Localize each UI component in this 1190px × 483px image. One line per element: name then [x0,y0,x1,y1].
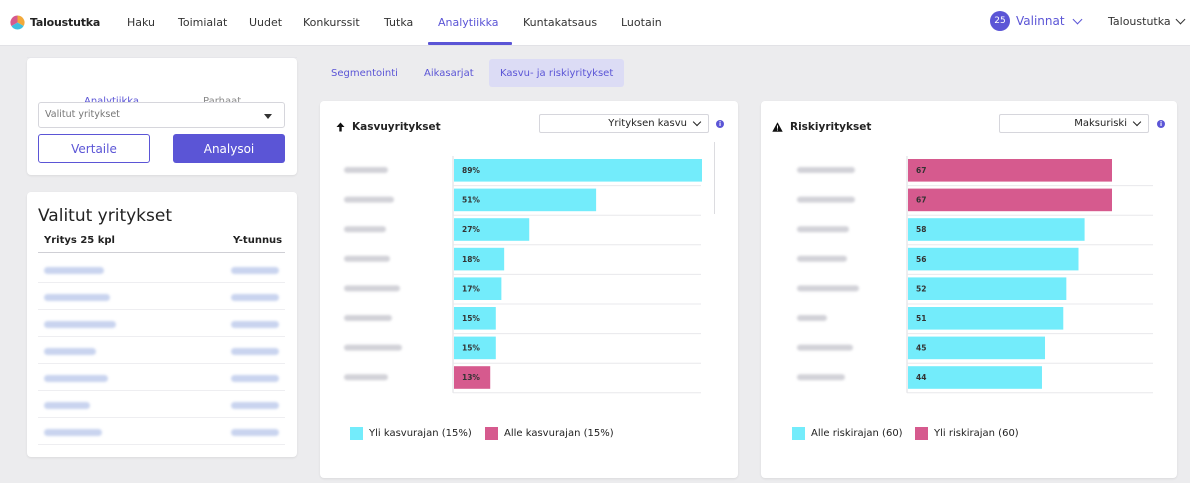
redacted-company-label [797,344,853,351]
legend-swatch-cyan [792,427,805,440]
legend-swatch-pink [915,427,928,440]
redacted-company-label [797,167,855,173]
chart-bar-value-label: 56 [916,255,926,264]
redacted-company-label [797,255,847,262]
chart-bar-value-label: 52 [916,284,926,293]
chart-bar[interactable] [908,277,1067,300]
redacted-company-label [797,374,845,381]
chart-bar-value-label: 44 [916,373,926,382]
chart-bar[interactable] [908,307,1064,330]
chart-bar-value-label: 67 [916,166,926,175]
risk-legend-below: Alle riskirajan (60) [792,427,903,440]
redacted-company-label [797,196,855,203]
redacted-company-label [797,315,827,321]
chart-bar-value-label: 67 [916,196,926,205]
redacted-company-label [797,226,849,233]
chart-bar-value-label: 45 [916,344,926,353]
risk-legend-above: Yli riskirajan (60) [915,427,1019,440]
chart-bar[interactable] [908,188,1112,212]
chart-bar[interactable] [908,366,1042,389]
chart-bar[interactable] [908,247,1079,271]
chart-bar-value-label: 58 [916,225,926,234]
legend-label: Yli riskirajan (60) [934,428,1019,439]
chart-bar[interactable] [908,159,1112,182]
chart-bar-value-label: 51 [916,314,926,323]
chart-bar[interactable] [908,336,1046,360]
legend-label: Alle riskirajan (60) [811,428,903,439]
risk-bar-chart: 67 67 58 56 52 51 45 44 [797,156,1153,394]
chart-bar[interactable] [908,218,1085,241]
redacted-company-label [797,285,859,292]
